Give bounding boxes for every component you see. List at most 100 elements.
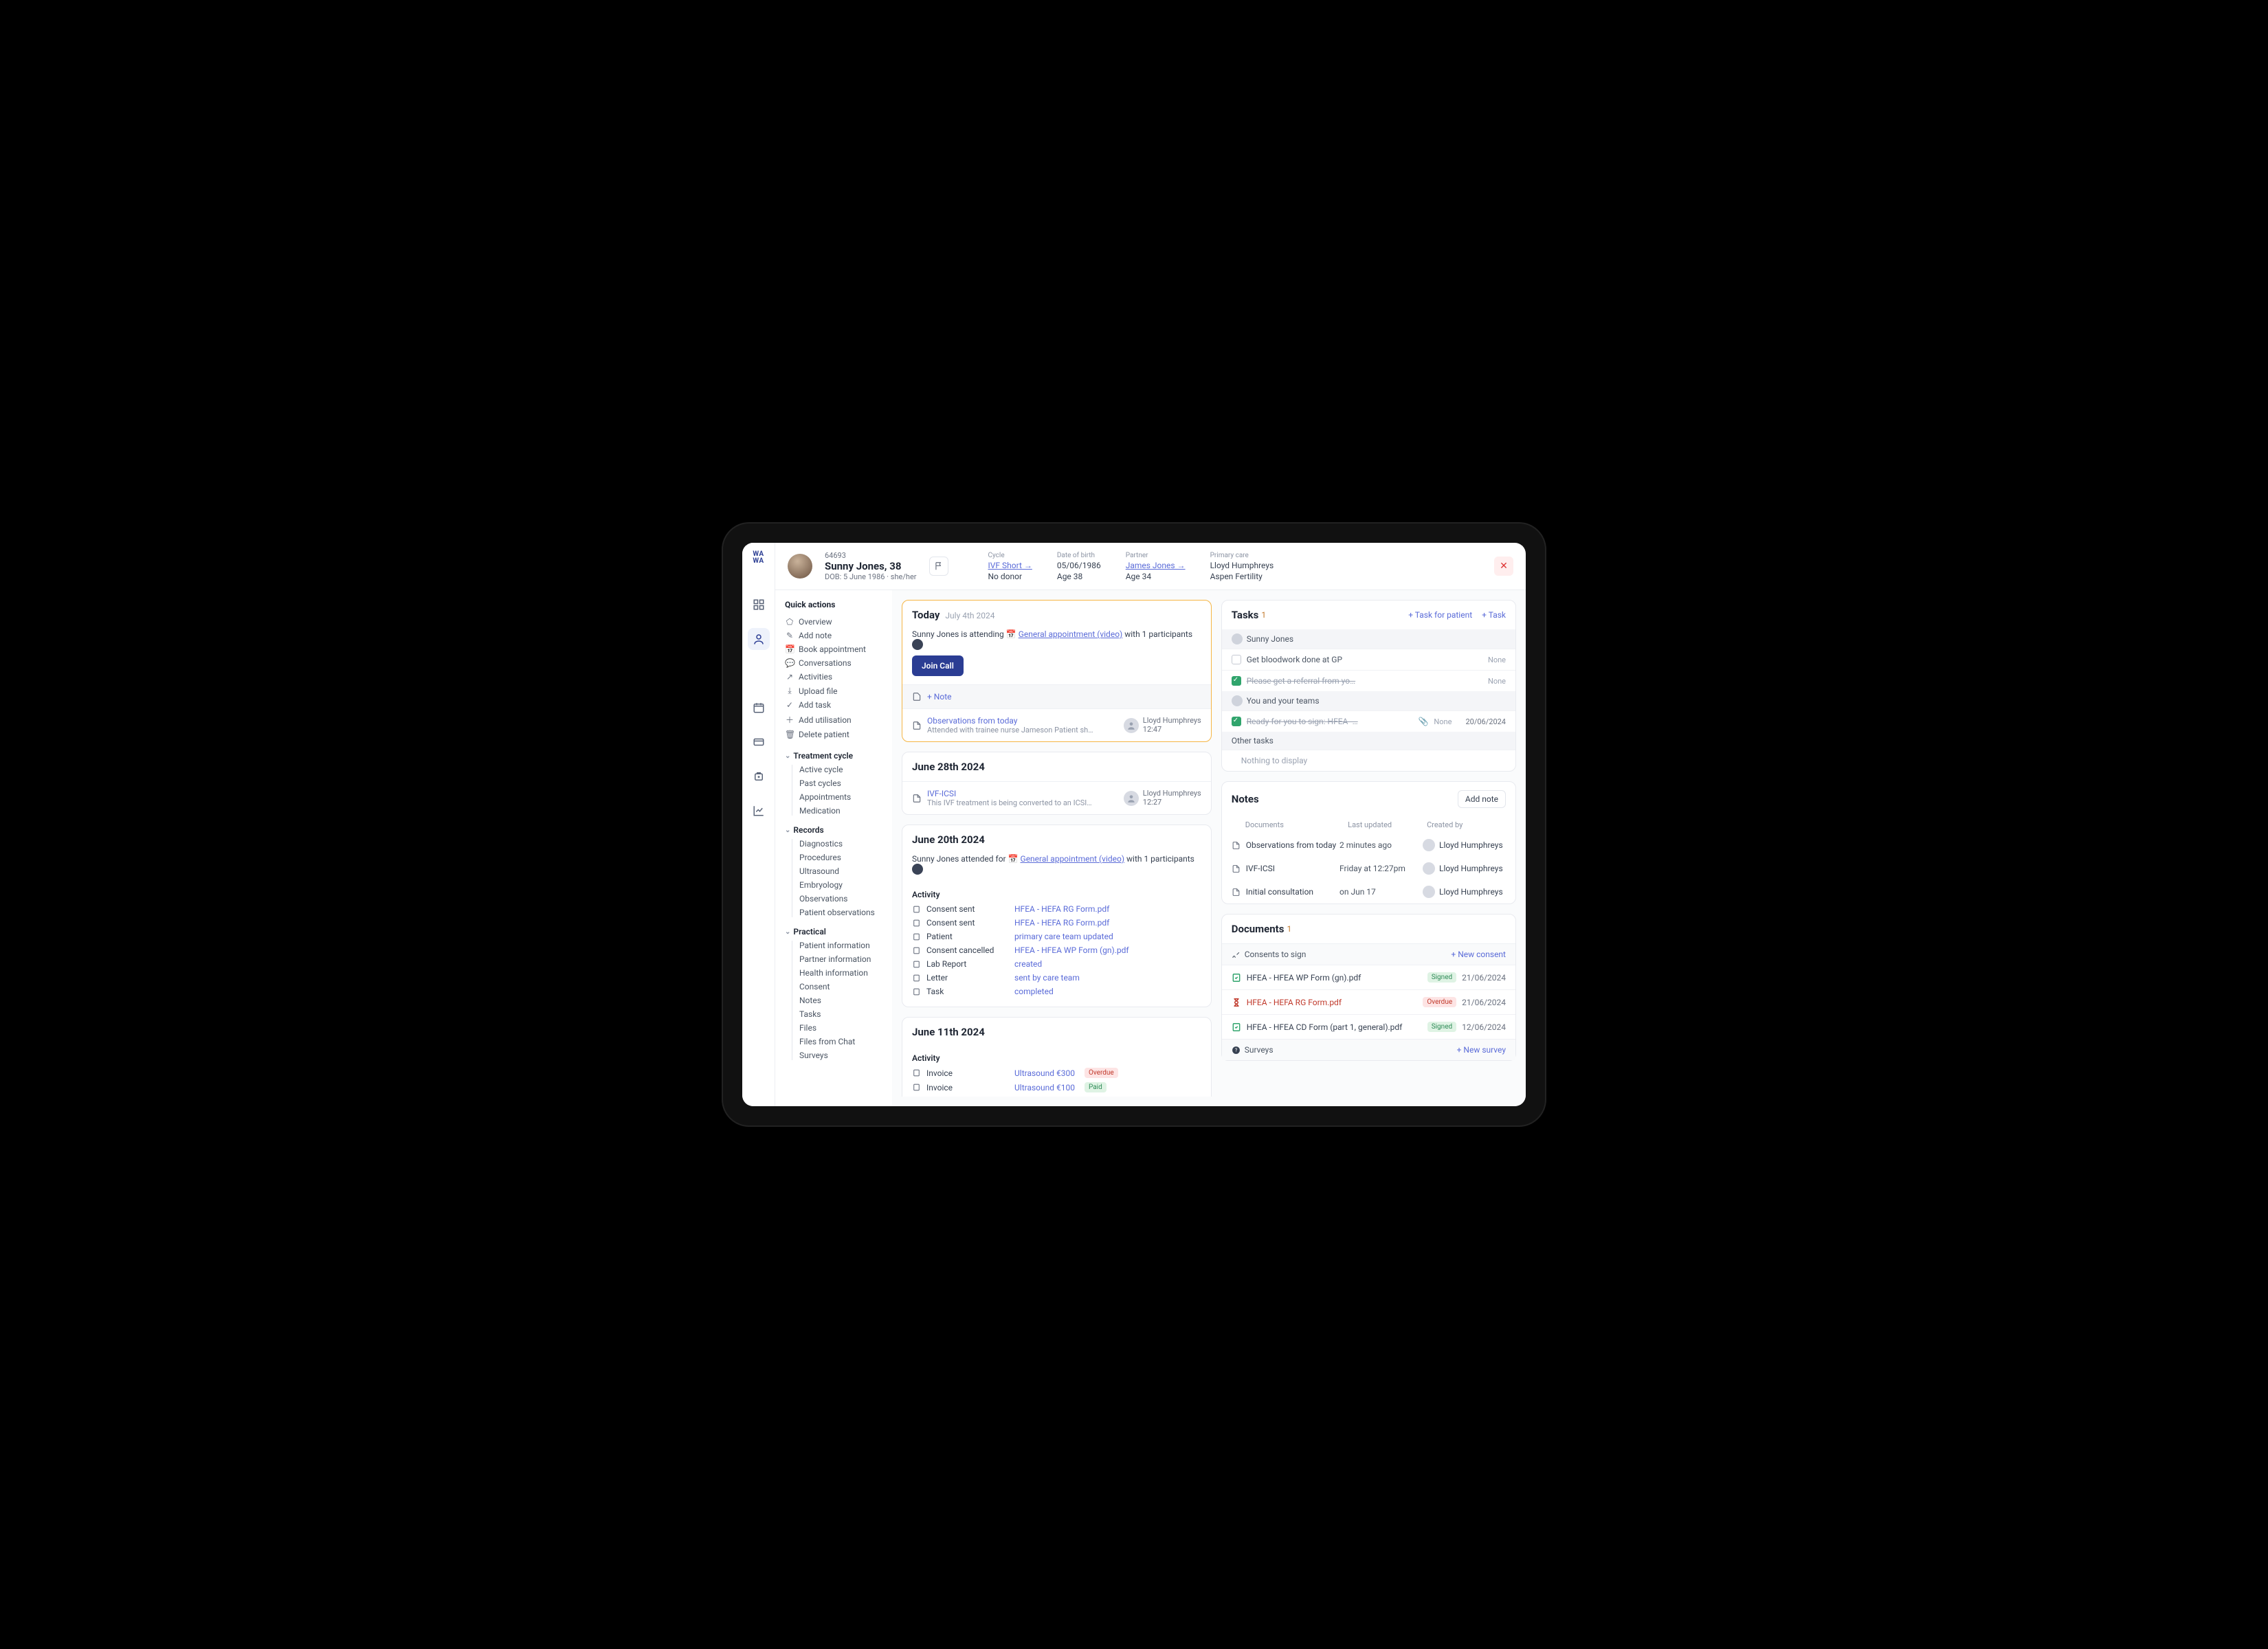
- activity-row[interactable]: Consent sentHFEA - HEFA RG Form.pdf: [902, 916, 1211, 930]
- sb-active-cycle[interactable]: Active cycle: [799, 765, 888, 774]
- nav-chat[interactable]: [748, 662, 770, 684]
- june20-title: June 20th 2024: [912, 833, 985, 846]
- nav-calendar[interactable]: [748, 697, 770, 719]
- document-row[interactable]: HFEA - HEFA RG Form.pdfOverdue21/06/2024: [1222, 989, 1515, 1014]
- observation-row[interactable]: Observations from today Attended with tr…: [902, 708, 1211, 741]
- activity-row[interactable]: InvoiceUltrasound €100Paid: [902, 1080, 1211, 1095]
- participant-chip: [912, 639, 923, 650]
- june28-time: 12:27: [1143, 798, 1201, 807]
- task-row[interactable]: Ready for you to sign: HFEA -… 📎 None 20…: [1222, 710, 1515, 732]
- sb-surveys[interactable]: Surveys: [799, 1051, 888, 1060]
- sb-patient-information[interactable]: Patient information: [799, 941, 888, 950]
- appointment-link[interactable]: General appointment (video): [1019, 629, 1123, 639]
- note-row[interactable]: Observations from today2 minutes agoLloy…: [1222, 833, 1515, 857]
- flag-button[interactable]: [929, 557, 948, 576]
- nav-analytics[interactable]: [748, 800, 770, 822]
- partner-link[interactable]: James Jones →: [1126, 561, 1186, 570]
- nav-lab[interactable]: [748, 765, 770, 787]
- group-records[interactable]: Records: [785, 825, 888, 835]
- obs-title[interactable]: Observations from today: [927, 716, 1118, 726]
- sb-procedures[interactable]: Procedures: [799, 853, 888, 862]
- qa-conversations[interactable]: 💬Conversations: [785, 656, 888, 670]
- qa-add-task[interactable]: ✓Add task: [785, 698, 888, 712]
- new-consent-link[interactable]: + New consent: [1451, 950, 1506, 959]
- activity-row[interactable]: Consent sentHFEA - HEFA RG Form.pdf: [902, 902, 1211, 916]
- nav-billing[interactable]: [748, 731, 770, 753]
- sb-observations[interactable]: Observations: [799, 894, 888, 904]
- note-row[interactable]: Initial consultationon Jun 17Lloyd Humph…: [1222, 880, 1515, 904]
- sb-embryology[interactable]: Embryology: [799, 880, 888, 890]
- today-card: Today July 4th 2024 Sunny Jones is atten…: [902, 600, 1212, 742]
- june20-apt-link[interactable]: General appointment (video): [1021, 854, 1125, 864]
- activity-row[interactable]: Lettersent by care team: [902, 1095, 1211, 1097]
- task-row[interactable]: Please get a referral from yo… None: [1222, 670, 1515, 691]
- logo: WA WA: [753, 551, 764, 565]
- sb-consent[interactable]: Consent: [799, 982, 888, 991]
- june28-title: June 28th 2024: [912, 761, 985, 773]
- sb-health-information[interactable]: Health information: [799, 968, 888, 978]
- qa-add-utilisation[interactable]: ＋Add utilisation: [785, 712, 888, 728]
- activity-row[interactable]: Lettersent by care team: [902, 971, 1211, 985]
- group-treatment[interactable]: Treatment cycle: [785, 751, 888, 761]
- obs-author: Lloyd Humphreys: [1143, 717, 1201, 725]
- june20-activity-label: Activity: [902, 883, 1211, 902]
- sb-medication[interactable]: Medication: [799, 806, 888, 816]
- doc-group-consents: Consents to sign + New consent: [1222, 943, 1515, 965]
- sb-appointments[interactable]: Appointments: [799, 792, 888, 802]
- dob-label: Date of birth: [1057, 552, 1101, 559]
- activity-row[interactable]: InvoiceUltrasound €300Overdue: [902, 1066, 1211, 1080]
- care-label: Primary care: [1210, 552, 1274, 559]
- sb-notes[interactable]: Notes: [799, 996, 888, 1005]
- note-row[interactable]: IVF-ICSIFriday at 12:27pmLloyd Humphreys: [1222, 857, 1515, 880]
- sb-diagnostics[interactable]: Diagnostics: [799, 839, 888, 849]
- sb-partner-information[interactable]: Partner information: [799, 954, 888, 964]
- close-button[interactable]: ✕: [1494, 557, 1513, 576]
- task-for-patient-link[interactable]: + Task for patient: [1408, 610, 1472, 620]
- activity-row[interactable]: Consent cancelledHFEA - HFEA WP Form (gn…: [902, 943, 1211, 957]
- qa-delete-patient[interactable]: 🗑Delete patient: [785, 728, 888, 741]
- activity-row[interactable]: Patientprimary care team updated: [902, 930, 1211, 943]
- sb-files[interactable]: Files: [799, 1023, 888, 1033]
- task-group-team: You and your teams: [1222, 691, 1515, 710]
- task-row[interactable]: Get bloodwork done at GP None: [1222, 649, 1515, 670]
- cycle-link[interactable]: IVF Short →: [988, 561, 1032, 570]
- activity-row[interactable]: Lab Reportcreated: [902, 957, 1211, 971]
- qa-book-appointment[interactable]: 📅Book appointment: [785, 642, 888, 656]
- join-call-button[interactable]: Join Call: [912, 655, 964, 676]
- nav-dashboard[interactable]: [748, 594, 770, 616]
- cycle-sub: No donor: [988, 572, 1032, 581]
- nav-patients[interactable]: [748, 628, 770, 650]
- sb-patient-observations[interactable]: Patient observations: [799, 908, 888, 917]
- task-empty: Nothing to display: [1222, 750, 1515, 771]
- note-icon: [912, 721, 922, 730]
- qa-overview[interactable]: ⬠Overview: [785, 615, 888, 629]
- tasks-title: Tasks: [1232, 609, 1259, 621]
- qa-add-note[interactable]: ✎Add note: [785, 629, 888, 642]
- obs-time: 12:47: [1143, 726, 1201, 734]
- june28-author: Lloyd Humphreys: [1143, 789, 1201, 798]
- group-practical[interactable]: Practical: [785, 927, 888, 936]
- add-note-button[interactable]: Add note: [1458, 790, 1506, 808]
- june28-note-title[interactable]: IVF-ICSI: [927, 789, 1118, 798]
- documents-card: Documents 1 Consents to sign + New conse…: [1221, 914, 1516, 1061]
- sb-ultrasound[interactable]: Ultrasound: [799, 866, 888, 876]
- qa-upload-file[interactable]: ⤓Upload file: [785, 684, 888, 698]
- task-link[interactable]: + Task: [1482, 610, 1506, 620]
- document-row[interactable]: HFEA - HFEA CD Form (part 1, general).pd…: [1222, 1014, 1515, 1039]
- sb-files-from-chat[interactable]: Files from Chat: [799, 1037, 888, 1046]
- qa-activities[interactable]: ↗Activities: [785, 670, 888, 684]
- task-group-other: Other tasks: [1222, 732, 1515, 750]
- add-note-link[interactable]: + Note: [927, 692, 951, 702]
- checkbox-done-icon[interactable]: [1232, 676, 1241, 686]
- activity-row[interactable]: Taskcompleted: [902, 985, 1211, 998]
- june28-note-row[interactable]: IVF-ICSI This IVF treatment is being con…: [902, 781, 1211, 814]
- checkbox-done-icon[interactable]: [1232, 717, 1241, 726]
- add-note-row[interactable]: + Note: [902, 684, 1211, 708]
- checkbox-icon[interactable]: [1232, 655, 1241, 664]
- sb-tasks[interactable]: Tasks: [799, 1009, 888, 1019]
- patient-header: 64693 Sunny Jones, 38 DOB: 5 June 1986 ·…: [775, 543, 1526, 590]
- new-survey-link[interactable]: + New survey: [1457, 1045, 1506, 1055]
- sb-past-cycles[interactable]: Past cycles: [799, 778, 888, 788]
- document-row[interactable]: HFEA - HFEA WP Form (gn).pdfSigned21/06/…: [1222, 965, 1515, 989]
- today-date: July 4th 2024: [945, 611, 994, 620]
